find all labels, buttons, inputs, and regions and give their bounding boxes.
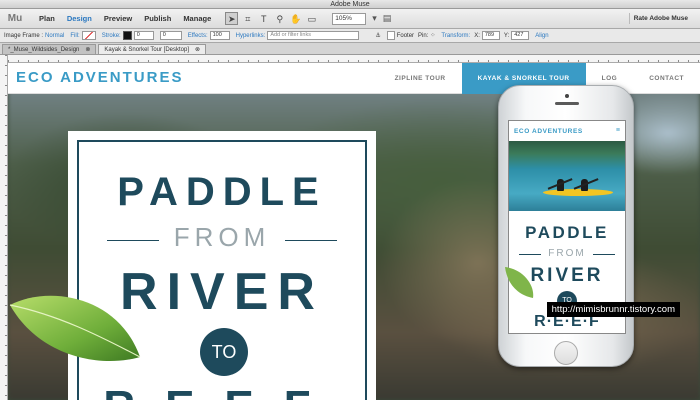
close-icon[interactable]: ⊗ bbox=[85, 45, 90, 54]
phone-home-button bbox=[554, 341, 578, 365]
pin-label: Pin: bbox=[418, 32, 429, 39]
poster-heading-paddle: PADDLE bbox=[117, 170, 327, 214]
footer-label: Footer bbox=[396, 32, 415, 39]
menu-design[interactable]: Design bbox=[67, 14, 92, 23]
poster-from: FROM bbox=[173, 222, 271, 252]
poster-to-badge: TO bbox=[200, 328, 248, 376]
selection-tool-icon[interactable]: ➤ bbox=[225, 12, 239, 25]
menu-manage[interactable]: Manage bbox=[183, 14, 211, 23]
text-tool-icon[interactable]: T bbox=[257, 12, 270, 25]
tab-label: Kayak & Snorkel Tour [Desktop] bbox=[104, 47, 190, 53]
menu-preview[interactable]: Preview bbox=[104, 14, 132, 23]
hyperlinks-field[interactable]: Add or filter links bbox=[267, 31, 360, 40]
mobile-rule-right bbox=[593, 254, 615, 255]
menu-publish[interactable]: Publish bbox=[144, 14, 171, 23]
y-label: Y: bbox=[503, 32, 510, 39]
site-logo[interactable]: ECO ADVENTURES bbox=[16, 69, 183, 86]
menu-icon[interactable]: ≡ bbox=[616, 127, 620, 134]
stroke-swatch[interactable] bbox=[122, 31, 132, 40]
footer-checkbox[interactable] bbox=[386, 31, 395, 40]
window-title: Adobe Muse bbox=[330, 1, 370, 8]
y-field[interactable]: 427 bbox=[511, 31, 530, 40]
menu-plan[interactable]: Plan bbox=[39, 14, 55, 23]
horizontal-ruler[interactable] bbox=[8, 55, 700, 63]
align-link[interactable]: Align bbox=[535, 33, 548, 39]
tab-kayak-snorkel-tour[interactable]: Kayak & Snorkel Tour [Desktop] ⊗ bbox=[98, 44, 207, 54]
window-titlebar: Adobe Muse bbox=[0, 0, 700, 9]
vertical-ruler[interactable] bbox=[0, 55, 8, 400]
mobile-kayak-photo bbox=[509, 141, 625, 211]
layout-icon[interactable]: ▤ bbox=[383, 13, 392, 24]
mobile-logo: ECO ADVENTURES bbox=[514, 128, 583, 135]
watermark: http://mimisbrunnr.tistory.com bbox=[546, 302, 680, 317]
poster-rule-right bbox=[285, 240, 337, 241]
transform-link[interactable]: Transform: bbox=[441, 33, 470, 39]
pin-grid-icon[interactable]: ⁘ bbox=[430, 32, 435, 39]
close-icon[interactable]: ⊗ bbox=[195, 45, 200, 54]
nav-zipline-tour[interactable]: ZIPLINE TOUR bbox=[379, 63, 462, 94]
zoom-select[interactable]: 105% bbox=[332, 12, 367, 25]
crop-tool-icon[interactable]: ⌗ bbox=[241, 12, 254, 25]
nav-contact[interactable]: CONTACT bbox=[633, 63, 700, 94]
leaf-image[interactable] bbox=[8, 285, 143, 370]
phone-speaker bbox=[555, 102, 579, 105]
effects-link[interactable]: Effects: bbox=[188, 33, 208, 39]
view-mode-icon[interactable]: ▾ bbox=[372, 13, 377, 24]
phone-camera bbox=[565, 94, 569, 98]
toolbar: ➤ ⌗ T ⚲ ✋ ▭ bbox=[225, 12, 318, 25]
phone-mockup: ECO ADVENTURES ≡ PADDLE FROM RIVER TO R·… bbox=[498, 85, 634, 367]
image-frame-select[interactable]: Normal bbox=[45, 33, 64, 39]
x-field[interactable]: 789 bbox=[481, 31, 500, 40]
opacity-field[interactable]: 100 bbox=[209, 31, 230, 40]
kayak-shape bbox=[543, 189, 613, 196]
anchor-icon[interactable]: ⚓ bbox=[375, 32, 380, 39]
fill-swatch[interactable] bbox=[81, 31, 96, 40]
stroke-link[interactable]: Stroke: bbox=[102, 33, 121, 39]
tab-muse-wildsides-design[interactable]: *_Muse_Wildsides_Design ⊗ bbox=[2, 44, 97, 54]
document-tabs: *_Muse_Wildsides_Design ⊗ Kayak & Snorke… bbox=[0, 43, 700, 55]
fill-link[interactable]: Fill: bbox=[70, 33, 79, 39]
tab-label: *_Muse_Wildsides_Design bbox=[8, 47, 80, 53]
image-frame-label: Image Frame : bbox=[4, 32, 44, 39]
rate-adobe-muse-button[interactable]: Rate Adobe Muse bbox=[628, 13, 692, 24]
poster-heading-reef: REEF bbox=[79, 382, 365, 400]
stroke-width-field[interactable]: 0 bbox=[133, 31, 154, 40]
control-bar: Image Frame : Normal Fill: Stroke: 0 0 E… bbox=[0, 29, 700, 43]
menubar: Mu Plan Design Preview Publish Manage ➤ … bbox=[0, 9, 700, 29]
rectangle-tool-icon[interactable]: ▭ bbox=[305, 12, 318, 25]
small-leaf-image bbox=[505, 267, 534, 298]
zoom-tool-icon[interactable]: ⚲ bbox=[273, 12, 286, 25]
design-canvas[interactable]: ECO ADVENTURES ZIPLINE TOUR KAYAK & SNOR… bbox=[8, 63, 700, 400]
x-label: X: bbox=[474, 32, 480, 39]
muse-logo: Mu bbox=[7, 12, 23, 24]
hyperlinks-link[interactable]: Hyperlinks: bbox=[236, 33, 266, 39]
hand-tool-icon[interactable]: ✋ bbox=[289, 12, 302, 25]
corner-radius-field[interactable]: 0 bbox=[159, 31, 182, 40]
mobile-heading-paddle: PADDLE bbox=[525, 223, 609, 242]
